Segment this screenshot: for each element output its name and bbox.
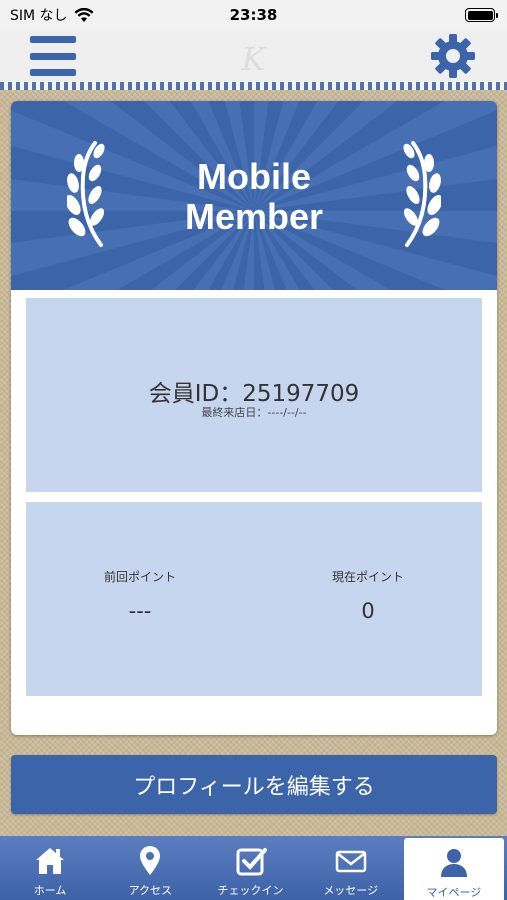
user-icon xyxy=(440,849,467,877)
wifi-icon xyxy=(74,7,94,22)
member-card: Mobile Member 会員ID：25197709 最終来店日：----/-… xyxy=(11,101,497,735)
banner-title-line2: Member xyxy=(184,196,324,237)
current-points-value: 0 xyxy=(361,599,375,623)
header-divider xyxy=(0,82,507,90)
previous-points: 前回ポイント --- xyxy=(26,568,254,623)
status-left: SIM なし xyxy=(10,5,94,25)
tab-mypage[interactable]: マイページ xyxy=(403,838,505,900)
hamburger-icon[interactable] xyxy=(30,36,76,76)
points-panel: 前回ポイント --- 現在ポイント 0 xyxy=(26,502,482,696)
tab-home-label: ホーム xyxy=(33,884,67,897)
previous-points-label: 前回ポイント xyxy=(103,570,176,584)
tab-checkin-label: チェックイン xyxy=(217,884,284,897)
tab-mypage-label: マイページ xyxy=(426,886,482,899)
last-visit-date: 最終来店日：----/--/-- xyxy=(201,406,307,419)
app-header: K xyxy=(0,30,507,82)
banner-title-line1: Mobile xyxy=(197,156,311,197)
member-id: 会員ID：25197709 xyxy=(148,381,360,407)
carrier-label: SIM なし xyxy=(10,8,68,24)
tab-message-label: メッセージ xyxy=(323,884,379,897)
banner-title: Mobile Member xyxy=(11,157,497,237)
gear-icon[interactable] xyxy=(429,32,477,80)
member-id-panel: 会員ID：25197709 最終来店日：----/--/-- xyxy=(26,298,482,492)
battery-fill xyxy=(467,10,493,20)
tab-home[interactable]: ホーム xyxy=(0,836,100,900)
current-points-label: 現在ポイント xyxy=(331,570,404,584)
tab-bar: ホーム アクセス チェックイン メッセージ マイページ xyxy=(0,836,507,900)
current-points: 現在ポイント 0 xyxy=(254,568,482,623)
map-pin-icon xyxy=(140,846,161,875)
edit-profile-button[interactable]: プロフィールを編集する xyxy=(11,755,497,814)
battery-icon xyxy=(465,8,498,22)
tab-message[interactable]: メッセージ xyxy=(301,836,401,900)
home-icon xyxy=(36,848,65,874)
envelope-icon xyxy=(335,850,366,873)
member-banner: Mobile Member xyxy=(11,101,497,290)
previous-points-value: --- xyxy=(128,599,152,623)
tab-access-label: アクセス xyxy=(128,884,173,897)
tab-access[interactable]: アクセス xyxy=(100,836,200,900)
status-bar: SIM なし 23:38 xyxy=(0,0,507,30)
checkbox-icon xyxy=(236,848,267,876)
tab-checkin[interactable]: チェックイン xyxy=(200,836,300,900)
